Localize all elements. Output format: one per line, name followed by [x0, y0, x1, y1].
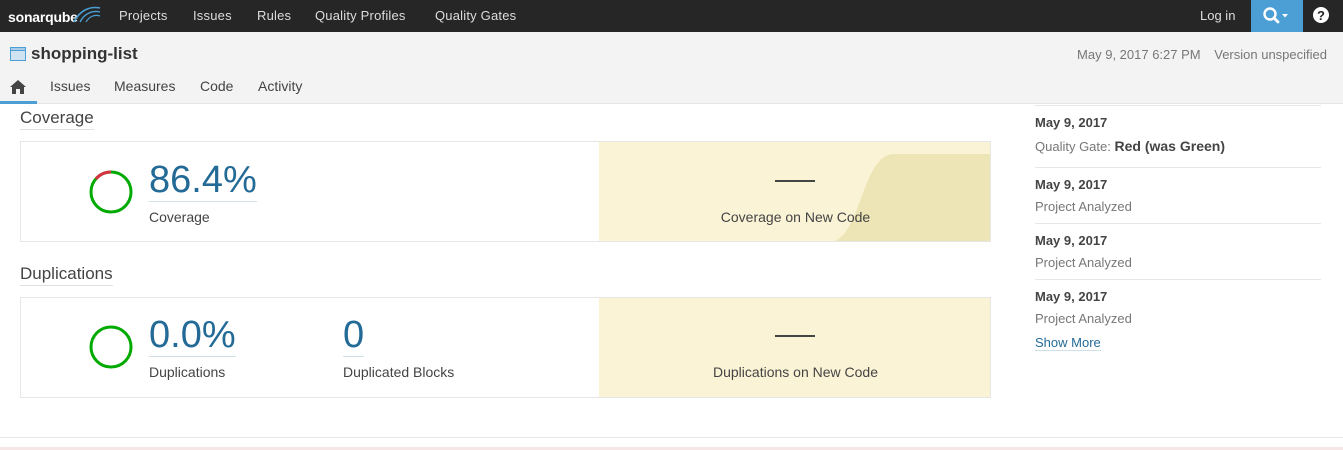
nav-quality-profiles[interactable]: Quality Profiles	[315, 8, 406, 23]
coverage-uncovered-arc	[94, 170, 112, 180]
tab-issues[interactable]: Issues	[50, 78, 90, 94]
duplicated-blocks-value[interactable]: 0	[343, 316, 365, 357]
duplications-donut	[89, 325, 133, 369]
logo-waves-icon	[73, 6, 101, 23]
search-button[interactable]	[1251, 0, 1303, 32]
tab-measures[interactable]: Measures	[114, 78, 175, 94]
project-icon	[10, 47, 26, 61]
event-item: May 9, 2017 Quality Gate: Red (was Green…	[1035, 105, 1321, 167]
help-button[interactable]: ?	[1303, 0, 1343, 32]
nav-rules[interactable]: Rules	[257, 8, 291, 23]
event-gate-status: Red (was Green)	[1114, 138, 1225, 154]
coverage-new-code: Coverage on New Code	[599, 142, 990, 241]
event-text: Project Analyzed	[1035, 255, 1132, 270]
nav-issues[interactable]: Issues	[193, 8, 232, 23]
nav-projects[interactable]: Projects	[119, 8, 168, 23]
new-code-wave-decoration	[833, 154, 990, 241]
project-meta: May 9, 2017 6:27 PM Version unspecified	[1067, 47, 1327, 62]
divider	[0, 437, 1343, 438]
coverage-new-dash	[775, 180, 815, 182]
event-date: May 9, 2017	[1035, 289, 1108, 304]
event-text: Project Analyzed	[1035, 199, 1132, 214]
coverage-new-label: Coverage on New Code	[720, 209, 871, 225]
logo-text: sonarqube	[8, 9, 78, 25]
duplications-label: Duplications	[149, 364, 226, 380]
event-text: Project Analyzed	[1035, 311, 1132, 326]
event-date: May 9, 2017	[1035, 233, 1108, 248]
event-item: May 9, 2017 Project Analyzed	[1035, 223, 1321, 279]
project-version: Version unspecified	[1214, 47, 1327, 62]
show-more-link[interactable]: Show More	[1035, 335, 1101, 351]
tab-activity[interactable]: Activity	[258, 78, 302, 94]
duplications-new-dash	[775, 335, 815, 337]
help-icon: ?	[1313, 7, 1329, 23]
event-item: May 9, 2017 Project Analyzed	[1035, 167, 1321, 223]
help-glyph: ?	[1317, 8, 1325, 23]
duplications-new-label: Duplications on New Code	[713, 364, 878, 380]
login-link[interactable]: Log in	[1200, 8, 1235, 23]
event-date: May 9, 2017	[1035, 177, 1108, 192]
event-prefix: Quality Gate:	[1035, 139, 1111, 154]
home-icon	[10, 80, 26, 94]
duplications-value[interactable]: 0.0%	[149, 316, 236, 357]
nav-quality-gates[interactable]: Quality Gates	[435, 8, 516, 23]
project-header: shopping-list May 9, 2017 6:27 PM Versio…	[0, 32, 1343, 104]
coverage-card: 86.4% Coverage Coverage on New Code	[20, 141, 991, 242]
duplications-title: Duplications	[20, 264, 113, 286]
coverage-label: Coverage	[149, 209, 210, 225]
tab-home[interactable]	[0, 76, 37, 104]
tab-code[interactable]: Code	[200, 78, 233, 94]
event-date: May 9, 2017	[1035, 115, 1108, 130]
coverage-value[interactable]: 86.4%	[149, 161, 257, 202]
duplicated-blocks-label: Duplicated Blocks	[343, 364, 455, 380]
coverage-donut	[89, 170, 133, 214]
sonarqube-logo[interactable]: sonarqube	[8, 2, 104, 30]
coverage-title: Coverage	[20, 108, 94, 130]
duplications-new-code: Duplications on New Code	[599, 298, 990, 397]
event-text: Quality Gate: Red (was Green)	[1035, 138, 1225, 154]
analysis-date: May 9, 2017 6:27 PM	[1077, 47, 1201, 62]
duplications-card: 0.0% Duplications 0 Duplicated Blocks Du…	[20, 297, 991, 398]
event-item: May 9, 2017 Project Analyzed	[1035, 279, 1321, 331]
project-name[interactable]: shopping-list	[31, 44, 138, 64]
search-icon	[1263, 7, 1288, 24]
top-navbar: sonarqube Projects Issues Rules Quality …	[0, 0, 1343, 32]
